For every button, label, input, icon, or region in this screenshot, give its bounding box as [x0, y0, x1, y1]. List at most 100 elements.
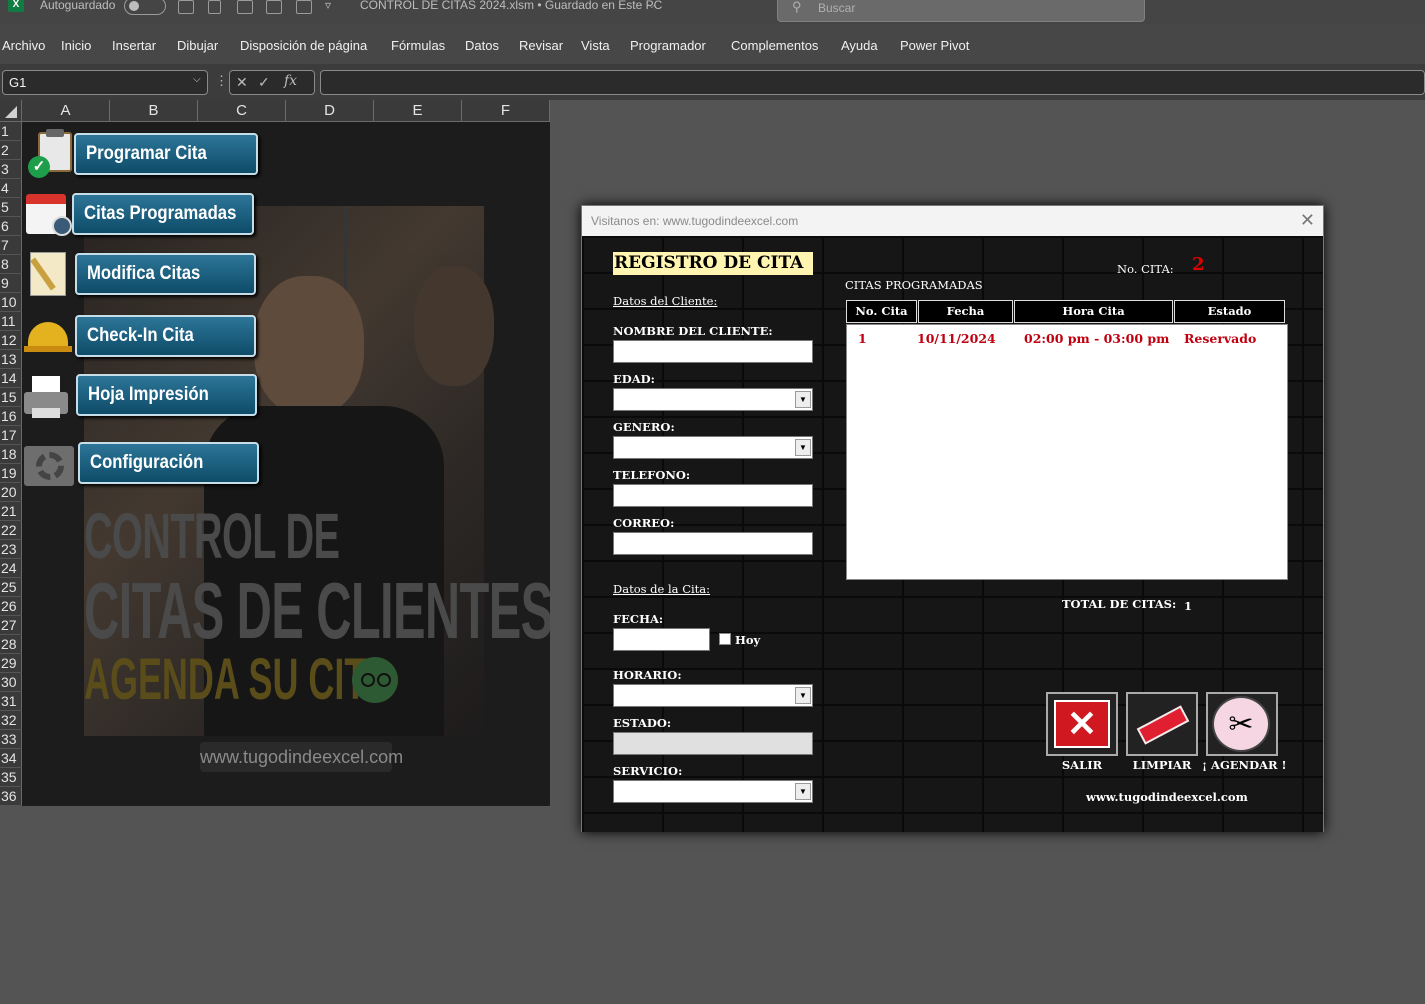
spelling-icon[interactable]	[296, 0, 312, 14]
row-header[interactable]: 5	[0, 198, 22, 217]
chevron-down-icon[interactable]: ⌵	[193, 74, 201, 85]
servicio-select[interactable]: ▼	[613, 780, 813, 803]
row-header[interactable]: 26	[0, 597, 22, 616]
menu-ayuda[interactable]: Ayuda	[841, 38, 878, 53]
dialog-title-bar[interactable]: Visitanos en: www.tugodindeexcel.com ✕	[582, 206, 1323, 236]
new-file-icon[interactable]	[208, 0, 221, 14]
check-in-cita-button[interactable]: Check-In Cita	[75, 315, 256, 357]
row-header[interactable]: 3	[0, 160, 22, 179]
worksheet-area[interactable]: CONTROL DE CITAS DE CLIENTES AGENDA SU C…	[22, 122, 550, 806]
search-box[interactable]: ⚲ Buscar	[777, 0, 1145, 22]
print-preview-icon[interactable]	[266, 0, 282, 14]
notepad-pencil-icon[interactable]	[28, 250, 74, 296]
row-header[interactable]: 16	[0, 407, 22, 426]
list-header-estado[interactable]: Estado	[1174, 300, 1285, 323]
list-item[interactable]: 1 10/11/2024 02:00 pm - 03:00 pm Reserva…	[847, 325, 1287, 349]
menu-complementos[interactable]: Complementos	[731, 38, 818, 53]
row-header[interactable]: 27	[0, 616, 22, 635]
row-header[interactable]: 21	[0, 502, 22, 521]
menu-disposicion[interactable]: Disposición de página	[240, 38, 367, 53]
configuracion-button[interactable]: Configuración	[78, 442, 259, 484]
row-header[interactable]: 34	[0, 749, 22, 768]
row-header[interactable]: 17	[0, 426, 22, 445]
column-header-e[interactable]: E	[374, 100, 462, 122]
clipboard-check-icon[interactable]: ✓	[28, 129, 74, 178]
row-header[interactable]: 9	[0, 274, 22, 293]
row-header[interactable]: 25	[0, 578, 22, 597]
column-header-d[interactable]: D	[286, 100, 374, 122]
row-header[interactable]: 19	[0, 464, 22, 483]
menu-archivo[interactable]: Archivo	[2, 38, 45, 53]
row-header[interactable]: 1	[0, 122, 22, 141]
limpiar-button[interactable]	[1126, 692, 1198, 756]
row-header[interactable]: 20	[0, 483, 22, 502]
hoy-checkbox[interactable]	[719, 633, 731, 645]
menu-vista[interactable]: Vista	[581, 38, 610, 53]
enter-icon[interactable]: ✓	[258, 74, 270, 91]
programar-cita-button[interactable]: Programar Cita	[74, 133, 258, 175]
menu-datos[interactable]: Datos	[465, 38, 499, 53]
row-header[interactable]: 28	[0, 635, 22, 654]
column-header-f[interactable]: F	[462, 100, 550, 122]
row-header[interactable]: 35	[0, 768, 22, 787]
hoja-impresion-button[interactable]: Hoja Impresión	[76, 374, 257, 416]
list-header-no[interactable]: No. Cita	[846, 300, 917, 323]
edad-select[interactable]: ▼	[613, 388, 813, 411]
salir-button[interactable]: ✕	[1046, 692, 1118, 756]
nombre-input[interactable]	[613, 340, 813, 363]
save-icon[interactable]	[178, 0, 194, 14]
modifica-citas-button[interactable]: Modifica Citas	[75, 253, 256, 295]
row-header[interactable]: 12	[0, 331, 22, 350]
chevron-down-icon[interactable]: ▼	[795, 439, 811, 456]
menu-revisar[interactable]: Revisar	[519, 38, 563, 53]
row-header[interactable]: 30	[0, 673, 22, 692]
menu-insertar[interactable]: Insertar	[112, 38, 156, 53]
list-header-fecha[interactable]: Fecha	[918, 300, 1013, 323]
row-header[interactable]: 29	[0, 654, 22, 673]
chevron-down-icon[interactable]: ▼	[795, 391, 811, 408]
citas-listbox[interactable]: 1 10/11/2024 02:00 pm - 03:00 pm Reserva…	[846, 324, 1288, 580]
row-header[interactable]: 31	[0, 692, 22, 711]
menu-power-pivot[interactable]: Power Pivot	[900, 38, 969, 53]
printer-icon[interactable]	[24, 374, 70, 418]
menu-formulas[interactable]: Fórmulas	[391, 38, 445, 53]
row-header[interactable]: 13	[0, 350, 22, 369]
menu-programador[interactable]: Programador	[630, 38, 706, 53]
agendar-button[interactable]: ✂	[1206, 692, 1278, 756]
chevron-down-icon[interactable]: ⌵	[648, 0, 656, 11]
menu-dibujar[interactable]: Dibujar	[177, 38, 218, 53]
formula-input[interactable]	[320, 70, 1425, 95]
row-header[interactable]: 36	[0, 787, 22, 806]
close-icon[interactable]: ✕	[1300, 210, 1315, 231]
chevron-down-icon[interactable]: ▼	[795, 783, 811, 800]
telefono-input[interactable]	[613, 484, 813, 507]
column-header-c[interactable]: C	[198, 100, 286, 122]
more-options-icon[interactable]: ⋮	[215, 73, 228, 89]
gear-folder-icon[interactable]	[24, 442, 74, 486]
row-header[interactable]: 10	[0, 293, 22, 312]
row-header[interactable]: 14	[0, 369, 22, 388]
row-header[interactable]: 4	[0, 179, 22, 198]
column-header-b[interactable]: B	[110, 100, 198, 122]
chevron-down-icon[interactable]: ▼	[795, 687, 811, 704]
row-header[interactable]: 33	[0, 730, 22, 749]
row-header[interactable]: 15	[0, 388, 22, 407]
autosave-toggle[interactable]	[124, 0, 166, 15]
file-title[interactable]: CONTROL DE CITAS 2024.xlsm • Guardado en…	[360, 0, 662, 12]
row-header[interactable]: 22	[0, 521, 22, 540]
menu-inicio[interactable]: Inicio	[61, 38, 91, 53]
row-header[interactable]: 2	[0, 141, 22, 160]
insert-function-icon[interactable]: fx	[284, 73, 297, 89]
row-header[interactable]: 23	[0, 540, 22, 559]
cancel-icon[interactable]: ✕	[236, 74, 248, 91]
name-box[interactable]: G1 ⌵	[2, 70, 208, 95]
correo-input[interactable]	[613, 532, 813, 555]
row-header[interactable]: 32	[0, 711, 22, 730]
select-all-corner[interactable]	[0, 100, 22, 122]
row-header[interactable]: 7	[0, 236, 22, 255]
row-header[interactable]: 24	[0, 559, 22, 578]
citas-programadas-button[interactable]: Citas Programadas	[72, 193, 254, 235]
row-header[interactable]: 18	[0, 445, 22, 464]
service-bell-icon[interactable]	[24, 314, 72, 358]
column-header-a[interactable]: A	[22, 100, 110, 122]
